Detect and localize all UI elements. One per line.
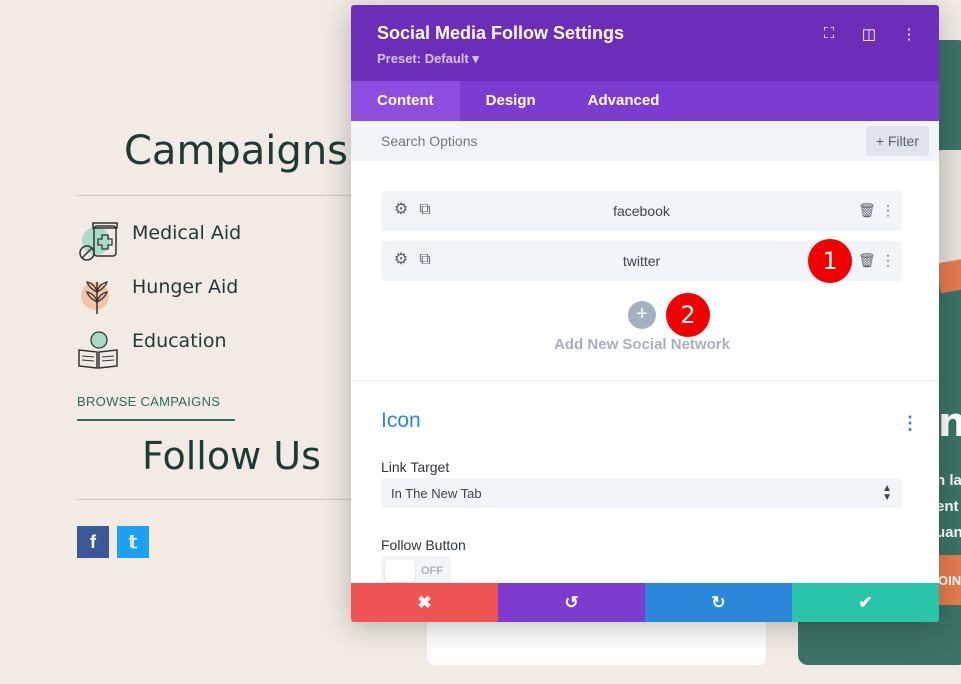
annotation-badge-1: 1 [808, 239, 852, 283]
search-bar: + Filter [351, 121, 939, 161]
follow-heading: Follow Us [142, 434, 321, 478]
expand-icon[interactable]: ⛶ [819, 25, 839, 43]
discard-button[interactable]: ✖ [351, 583, 498, 622]
medicine-bottle-icon [79, 222, 118, 261]
undo-button[interactable]: ↺ [498, 583, 645, 622]
card-text-line: ent [936, 498, 959, 515]
link-target-select[interactable]: In The New Tab ▲ ▼ [381, 478, 902, 508]
network-item-facebook[interactable]: ⚙ ⧉ facebook 🗑 ⋮ [381, 191, 902, 231]
tab-content[interactable]: Content [351, 81, 460, 121]
trash-icon[interactable]: 🗑 [858, 251, 876, 269]
card-text-line: uan [936, 524, 961, 541]
twitter-icon[interactable]: 𝕥 [117, 526, 149, 558]
preset-dropdown[interactable]: Preset: Default ▾ [377, 51, 479, 67]
modal-header[interactable]: Social Media Follow Settings Preset: Def… [351, 5, 939, 81]
campaign-item-medical[interactable]: Medical Aid [77, 220, 351, 264]
filter-button[interactable]: + Filter [865, 126, 929, 156]
save-button[interactable]: ✔ [792, 583, 939, 622]
more-vertical-icon[interactable]: ⋮ [880, 201, 896, 219]
more-vertical-icon[interactable]: ⋮ [899, 25, 919, 43]
book-lightbulb-icon [78, 331, 118, 369]
link-target-label: Link Target [381, 459, 450, 475]
section-divider [351, 380, 939, 381]
tab-advanced[interactable]: Advanced [562, 81, 686, 121]
modal-body: ⚙ ⧉ facebook 🗑 ⋮ ⚙ ⧉ twitter 🗑 ⋮ 1 + 2 A… [351, 161, 939, 583]
facebook-icon[interactable]: f [77, 526, 109, 558]
header-actions: ⛶ ◫ ⋮ [819, 25, 919, 43]
divider [77, 195, 351, 196]
toggle-knob [385, 560, 415, 582]
trash-icon[interactable]: 🗑 [858, 201, 876, 219]
card-text-line: n la [936, 472, 961, 489]
search-input[interactable] [381, 133, 781, 149]
sidebar-layout-icon[interactable]: ◫ [859, 25, 879, 43]
select-value: In The New Tab [391, 486, 482, 501]
illustration-accent [935, 256, 961, 294]
campaign-item-hunger[interactable]: Hunger Aid [77, 274, 351, 318]
add-network-button[interactable]: + [628, 301, 656, 329]
plant-sprout-icon [81, 281, 109, 314]
campaigns-heading: Campaigns [124, 128, 349, 174]
link-underline [77, 419, 235, 421]
modal-title: Social Media Follow Settings [377, 23, 625, 43]
follow-button-label: Follow Button [381, 537, 466, 553]
tab-design[interactable]: Design [460, 81, 562, 121]
modal-footer: ✖ ↺ ↻ ✔ [351, 583, 939, 622]
campaign-label: Medical Aid [132, 222, 242, 244]
section-menu-icon[interactable]: ⋮ [901, 413, 919, 434]
browse-campaigns-link[interactable]: BROWSE CAMPAIGNS [77, 394, 220, 409]
network-label: facebook [613, 203, 670, 219]
annotation-badge-2: 2 [666, 293, 710, 337]
follow-button-toggle[interactable]: OFF [381, 556, 451, 583]
redo-button[interactable]: ↻ [645, 583, 792, 622]
toggle-state: OFF [421, 565, 443, 577]
campaign-label: Education [132, 330, 227, 352]
select-arrows-icon: ▲ ▼ [882, 483, 892, 503]
divider [77, 499, 351, 500]
more-vertical-icon[interactable]: ⋮ [880, 251, 896, 269]
add-network-label[interactable]: Add New Social Network [351, 336, 933, 353]
card-heading-fragment: n [938, 400, 961, 446]
settings-modal: Social Media Follow Settings Preset: Def… [351, 5, 939, 622]
section-title-icon[interactable]: Icon [381, 409, 421, 433]
campaign-item-education[interactable]: Education [77, 328, 351, 372]
tab-bar: Content Design Advanced [351, 81, 939, 121]
campaign-label: Hunger Aid [132, 276, 239, 298]
